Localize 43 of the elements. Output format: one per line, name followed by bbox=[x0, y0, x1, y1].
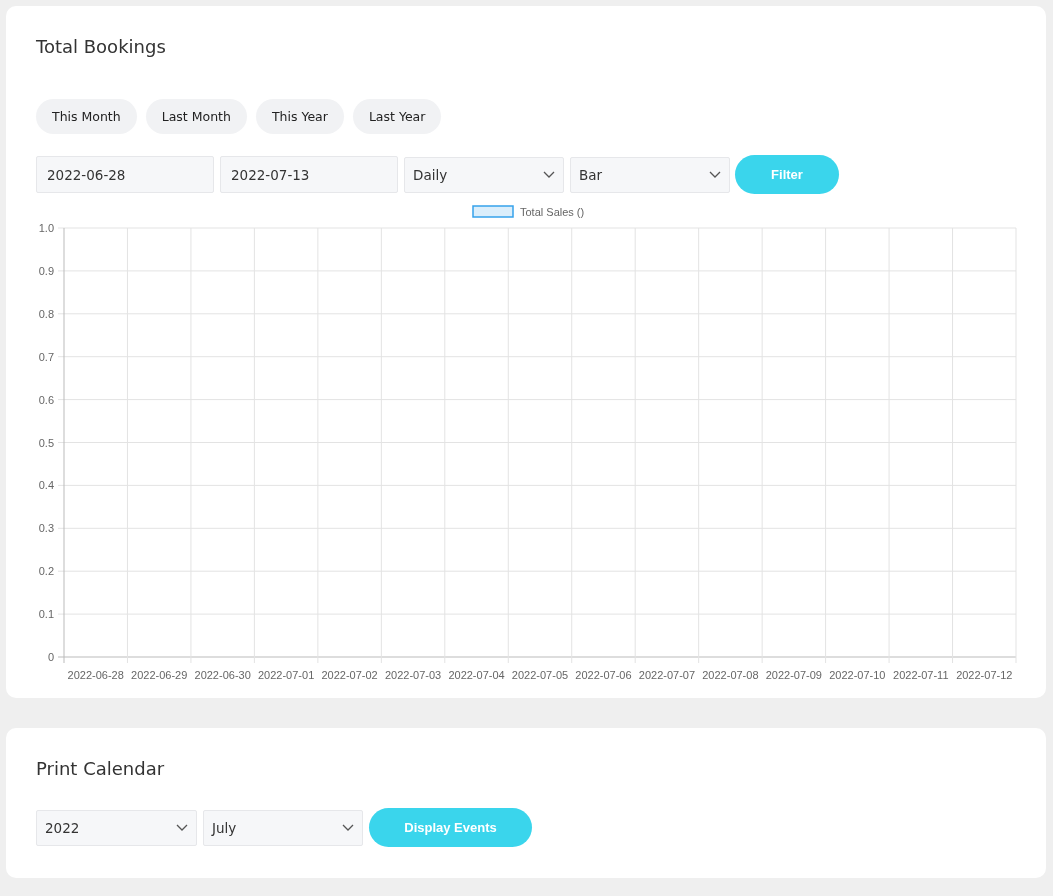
year-dropdown[interactable]: 2022 bbox=[36, 809, 197, 846]
axis-label: 2022-07-09 bbox=[765, 669, 822, 681]
section-title: Total Bookings bbox=[36, 36, 167, 58]
axis-label: 2022-06-30 bbox=[194, 669, 251, 681]
chevron-icon bbox=[176, 824, 188, 831]
axis-label: 2022-07-05 bbox=[511, 669, 569, 681]
range-button[interactable]: Last Month bbox=[145, 99, 247, 134]
start-date-field[interactable]: 2022-06-28 bbox=[36, 156, 214, 193]
axis-label: 2022-07-04 bbox=[448, 669, 505, 681]
axis-label: 0.2 bbox=[38, 565, 54, 578]
interval-dropdown[interactable]: Daily bbox=[404, 156, 564, 193]
end-date-field[interactable]: 2022-07-13 bbox=[220, 156, 398, 193]
axis-label: 0.4 bbox=[38, 479, 54, 492]
axis-label: 2022-06-29 bbox=[131, 669, 188, 681]
chevron-icon bbox=[543, 171, 555, 178]
range-button[interactable]: This Month bbox=[36, 99, 137, 134]
range-button[interactable]: This Year bbox=[255, 99, 344, 134]
chart-type-dropdown[interactable]: Bar bbox=[570, 156, 730, 193]
month-dropdown[interactable]: July bbox=[203, 809, 363, 846]
axis-label: 2022-07-02 bbox=[321, 669, 378, 681]
axis-label: 0.9 bbox=[38, 264, 54, 277]
axis-label: 0.5 bbox=[38, 436, 54, 449]
axis-label: 0.3 bbox=[38, 522, 54, 535]
axis-label: 0.1 bbox=[38, 608, 54, 621]
axis-label: 2022-07-06 bbox=[575, 669, 632, 681]
legend-label: Total Sales () bbox=[520, 206, 585, 218]
axis-label: 2022-07-07 bbox=[638, 669, 696, 681]
axis-label: 2022-07-12 bbox=[956, 669, 1013, 681]
axis-label: 2022-07-03 bbox=[384, 669, 442, 681]
axis-label: 2022-06-28 bbox=[67, 669, 124, 681]
range-button[interactable]: Last Year bbox=[352, 99, 442, 134]
axis-label: 0 bbox=[47, 651, 54, 663]
axis-label: 1.0 bbox=[38, 222, 54, 234]
axis-label: 2022-07-08 bbox=[702, 669, 759, 681]
chevron-icon bbox=[342, 824, 354, 831]
section-title: Print Calendar bbox=[36, 758, 166, 780]
chevron-icon bbox=[709, 171, 721, 178]
axis-label: 0.7 bbox=[38, 350, 54, 363]
axis-label: 2022-07-01 bbox=[258, 669, 315, 681]
axis-label: 0.8 bbox=[38, 307, 54, 320]
axis-label: 2022-07-10 bbox=[829, 669, 886, 681]
axis-label: 2022-07-11 bbox=[893, 669, 949, 681]
axis-label: 0.6 bbox=[38, 393, 54, 406]
